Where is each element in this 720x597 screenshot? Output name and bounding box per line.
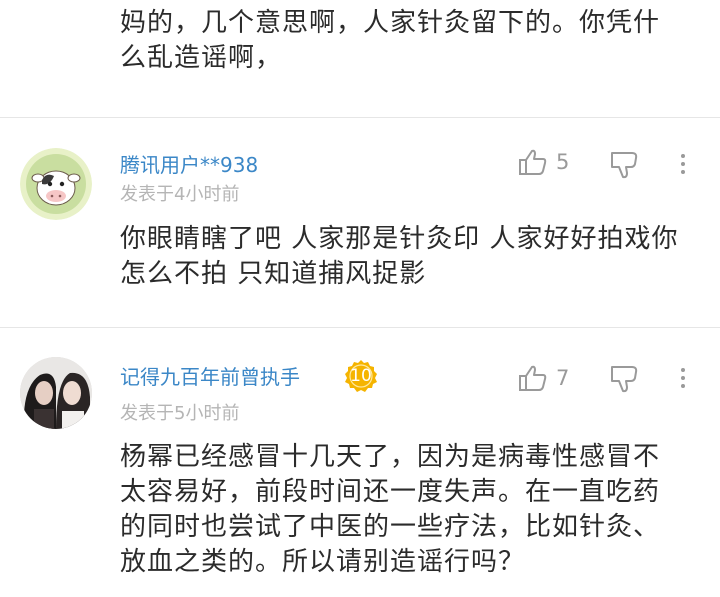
comment-time: 发表于5小时前: [120, 403, 240, 424]
more-options-icon[interactable]: [678, 366, 688, 390]
comment-username[interactable]: 记得九百年前曾执手: [120, 361, 300, 390]
thumbs-up-icon: [519, 149, 547, 175]
like-count: 7: [556, 366, 570, 390]
like-count: 5: [556, 150, 570, 174]
dot: [681, 368, 685, 372]
dislike-button[interactable]: [610, 365, 640, 397]
dot: [681, 154, 685, 158]
comment-time: 发表于4小时前: [120, 184, 240, 205]
cow-avatar-icon: [20, 148, 92, 220]
dot: [681, 170, 685, 174]
thumbs-up-icon: [519, 365, 547, 391]
comment-text: 杨幂已经感冒十几天了，因为是病毒性感冒不太容易好，前段时间还一度失声。在一直吃药…: [120, 442, 661, 577]
comment-text: 你眼睛瞎了吧 人家那是针灸印 人家好好拍戏你怎么不拍 只知道捕风捉影: [120, 224, 679, 289]
comment-divider: [0, 117, 720, 118]
dot: [681, 384, 685, 388]
like-button[interactable]: 5: [518, 148, 569, 176]
user-avatar[interactable]: [20, 148, 92, 220]
more-options-icon[interactable]: [678, 152, 688, 176]
dot: [681, 162, 685, 166]
like-button[interactable]: 7: [518, 364, 569, 392]
user-avatar[interactable]: [20, 357, 92, 429]
thumbs-down-icon: [611, 152, 638, 179]
photo-avatar-icon: [20, 357, 92, 429]
thumbs-down-icon: [611, 366, 638, 393]
dot: [681, 376, 685, 380]
dislike-button[interactable]: [610, 151, 640, 183]
previous-comment-text: 妈的，几个意思啊，人家针灸留下的。你凭什么乱造谣啊，: [120, 8, 661, 73]
level-badge: 10: [344, 359, 378, 393]
comment-username[interactable]: 腾讯用户**938: [120, 149, 258, 178]
level-number: 10: [350, 366, 372, 386]
comment-divider: [0, 327, 720, 328]
